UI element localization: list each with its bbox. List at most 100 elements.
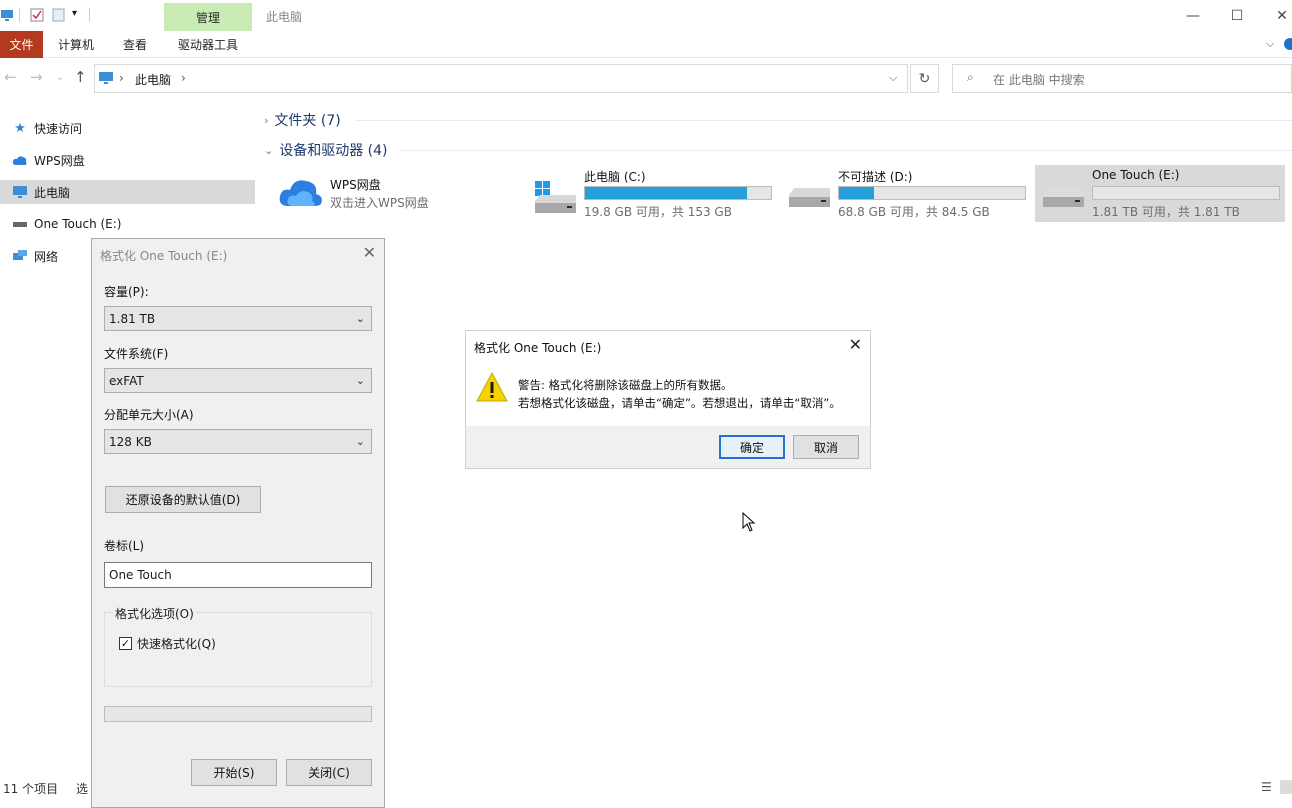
properties-icon[interactable] [30,8,44,22]
details-view-icon[interactable]: ☰ [1261,780,1272,794]
restore-defaults-button[interactable]: 还原设备的默认值(D) [105,486,261,513]
breadcrumb-this-pc[interactable]: 此电脑 [135,71,171,88]
tab-computer[interactable]: 计算机 [52,31,100,58]
back-icon[interactable]: ← [4,68,17,86]
drive-usage-bar [838,186,1026,200]
cloud-icon [279,180,322,206]
minimize-icon[interactable]: — [1181,4,1205,28]
drive-tile-c[interactable]: 此电脑 (C:) 19.8 GB 可用，共 153 GB [530,165,776,222]
sidebar-item-this-pc[interactable]: 此电脑 [0,180,255,204]
sidebar-item-label: One Touch (E:) [34,217,122,231]
filesystem-label: 文件系统(F) [104,347,169,361]
allocation-label: 分配单元大小(A) [104,408,194,422]
new-folder-icon[interactable] [52,8,66,22]
sidebar-item-quick-access[interactable]: ★ 快速访问 [0,116,255,140]
breadcrumb-separator[interactable]: › [181,71,186,85]
drive-icon [789,188,830,207]
customize-toolbar-icon[interactable]: ▾ [72,8,77,19]
drive-tile-e[interactable]: One Touch (E:) 1.81 TB 可用，共 1.81 TB [1035,165,1285,222]
up-icon[interactable]: ↑ [74,68,87,86]
forward-icon[interactable]: → [30,68,43,86]
tab-file[interactable]: 文件 [0,31,43,58]
volume-label-label: 卷标(L) [104,539,145,553]
drive-subtitle: 68.8 GB 可用，共 84.5 GB [838,205,990,219]
format-options-group: 格式化选项(O) ✓ 快速格式化(Q) [104,605,372,687]
toolbar-divider [19,8,20,22]
sidebar-item-one-touch[interactable]: One Touch (E:) [0,212,255,236]
warning-icon [476,371,508,402]
cancel-button[interactable]: 取消 [793,435,859,459]
drive-usage-fill [839,187,875,199]
warning-message-line2: 若想格式化该磁盘，请单击“确定”。若想退出，请单击“取消”。 [518,396,841,410]
volume-label-input[interactable]: One Touch [104,562,372,588]
computer-icon [12,185,28,199]
drive-name: One Touch (E:) [1092,168,1180,182]
this-pc-icon [99,72,113,84]
quick-format-label[interactable]: 快速格式化(Q) [137,635,216,652]
breadcrumb-separator[interactable]: › [119,71,124,85]
capacity-label: 容量(P): [104,285,149,299]
filesystem-select[interactable]: exFAT ⌄ [104,368,372,393]
capacity-value: 1.81 TB [109,311,156,326]
tab-view[interactable]: 查看 [114,31,156,58]
group-drives[interactable]: ⌄ 设备和驱动器 (4) [264,140,388,160]
ok-button[interactable]: 确定 [719,435,785,459]
chevron-down-icon: ⌄ [355,374,365,387]
address-bar[interactable]: › 此电脑 › ⌵ [94,64,908,93]
filesystem-value: exFAT [109,373,144,388]
start-button[interactable]: 开始(S) [191,759,277,786]
close-icon[interactable]: ✕ [363,243,376,262]
maximize-icon[interactable]: ☐ [1225,4,1249,28]
status-item-count: 11 个项目 [3,782,59,796]
group-folders[interactable]: › 文件夹 (7) [264,110,341,130]
capacity-select[interactable]: 1.81 TB ⌄ [104,306,372,331]
chevron-down-icon: ⌄ [355,312,365,325]
quick-format-checkbox[interactable]: ✓ [119,637,132,650]
star-icon: ★ [14,120,26,136]
search-icon: ⌕ [967,70,974,84]
drive-tile-wps[interactable]: WPS网盘 双击进入WPS网盘 [276,165,516,222]
sidebar-item-label: WPS网盘 [34,153,85,168]
refresh-icon[interactable]: ↻ [910,64,939,93]
address-dropdown-icon[interactable]: ⌵ [889,71,897,85]
drive-name: 此电脑 (C:) [584,170,646,184]
drive-usage-fill [585,187,747,199]
allocation-select[interactable]: 128 KB ⌄ [104,429,372,454]
drive-usage-bar [584,186,772,200]
close-button[interactable]: 关闭(C) [286,759,372,786]
format-progress-bar [104,706,372,722]
allocation-value: 128 KB [109,434,152,449]
search-placeholder: 在 此电脑 中搜索 [993,73,1085,87]
status-selected: 选 [76,782,89,796]
group-divider [356,120,1292,121]
sidebar-item-label: 快速访问 [34,121,83,136]
help-icon[interactable] [1284,38,1292,50]
group-divider [400,150,1292,151]
large-icons-view-icon[interactable] [1280,780,1292,794]
mouse-cursor-icon [742,512,756,532]
drive-icon [12,217,28,231]
format-options-title: 格式化选项(O) [113,605,196,622]
cloud-icon [12,153,28,167]
expand-ribbon-icon[interactable]: ⌵ [1266,37,1274,51]
drive-usage-bar [1092,186,1280,200]
drive-name: WPS网盘 [330,178,381,192]
network-icon [12,249,28,263]
drive-tile-d[interactable]: 不可描述 (D:) 68.8 GB 可用，共 84.5 GB [784,165,1030,222]
warning-dialog: 格式化 One Touch (E:) ✕ 警告: 格式化将删除该磁盘上的所有数据… [465,330,871,469]
ribbon: 文件 计算机 查看 驱动器工具 ⌵ [0,31,1292,58]
tab-manage[interactable]: 管理 [164,3,252,31]
sidebar-item-wps[interactable]: WPS网盘 [0,148,255,172]
chevron-right-icon: › [264,113,269,127]
close-icon[interactable]: ✕ [1270,4,1292,28]
warning-dialog-title: 格式化 One Touch (E:) [474,341,602,355]
tab-drive-tools[interactable]: 驱动器工具 [166,31,250,58]
sidebar-item-label: 此电脑 [34,185,71,200]
drive-name: 不可描述 (D:) [838,170,913,184]
close-icon[interactable]: ✕ [849,335,862,354]
computer-icon[interactable] [0,8,14,22]
format-dialog-title: 格式化 One Touch (E:) [100,249,228,263]
search-input[interactable]: ⌕ 在 此电脑 中搜索 [952,64,1292,93]
drive-subtitle: 双击进入WPS网盘 [330,196,429,210]
recent-locations-icon[interactable]: ⌄ [56,72,64,83]
